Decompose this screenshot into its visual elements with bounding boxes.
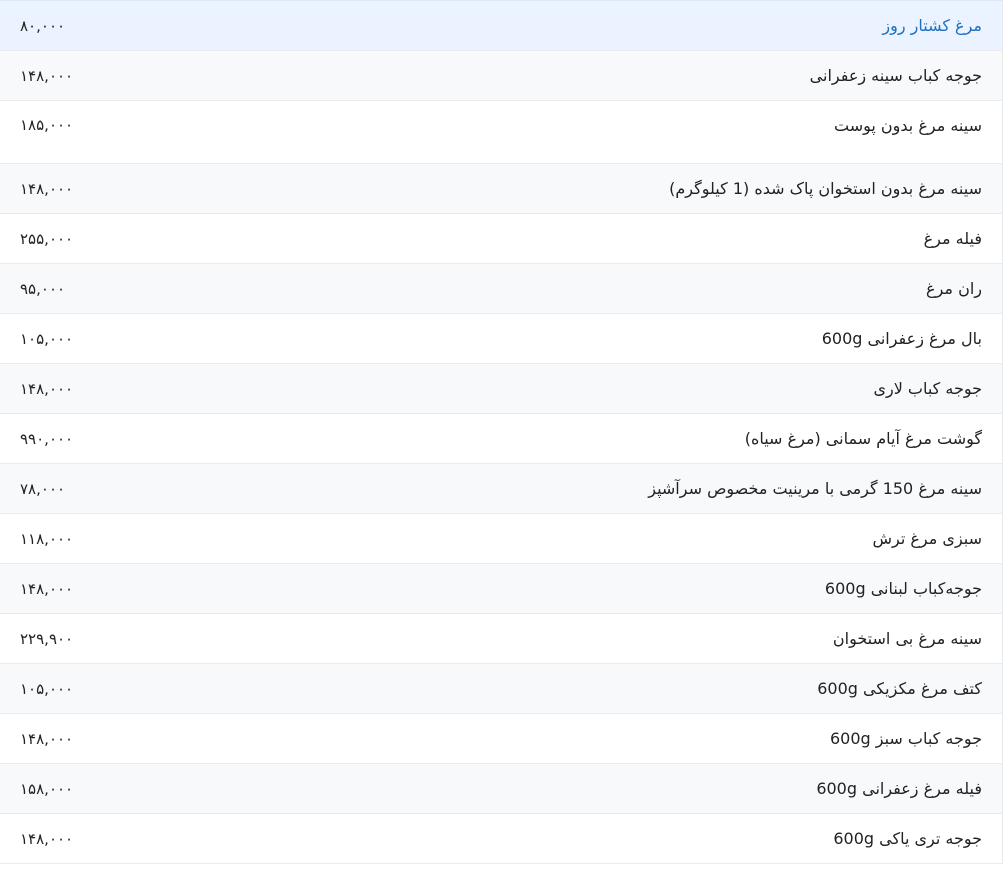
product-name[interactable]: سینه مرغ بدون استخوان پاک شده (1 کیلوگرم… [300, 163, 1003, 214]
price-cell: ۱۱۸,۰۰۰ [0, 513, 300, 564]
price-cell: ۱۴۸,۰۰۰ [0, 163, 300, 214]
price-cell: ۱۰۵,۰۰۰ [0, 313, 300, 364]
table-row: ۱۵۸,۰۰۰ فیله مرغ زعفرانی 600g [0, 763, 1003, 814]
table-row: ۱۴۸,۰۰۰ جوجه کباب لاری [0, 363, 1003, 414]
price-cell: ۸۰,۰۰۰ [0, 0, 300, 51]
table-row: ۱۸۵,۰۰۰ سینه مرغ بدون پوست [0, 100, 1003, 164]
table-row: ۹۵,۰۰۰ ران مرغ [0, 263, 1003, 314]
product-name[interactable]: جوجه کباب سینه زعفرانی [300, 50, 1003, 101]
product-name[interactable]: جوجه کباب سبز 600g [300, 713, 1003, 764]
price-table: ۸۰,۰۰۰ مرغ کشتار روز ۱۴۸,۰۰۰ جوجه کباب س… [0, 0, 1003, 864]
product-name[interactable]: سبزی مرغ ترش [300, 513, 1003, 564]
table-row: ۱۰۵,۰۰۰ کتف مرغ مکزیکی 600g [0, 663, 1003, 714]
price-cell: ۷۸,۰۰۰ [0, 463, 300, 514]
product-name[interactable]: جوجه تری یاکی 600g [300, 813, 1003, 864]
product-name[interactable]: فیله مرغ [300, 213, 1003, 264]
product-name[interactable]: بال مرغ زعفرانی 600g [300, 313, 1003, 364]
price-cell: ۱۰۵,۰۰۰ [0, 663, 300, 714]
table-row: ۱۴۸,۰۰۰ جوجه‌کباب لبنانی 600g [0, 563, 1003, 614]
table-row: ۱۴۸,۰۰۰ جوجه کباب سبز 600g [0, 713, 1003, 764]
product-name[interactable]: سینه مرغ بدون پوست [300, 100, 1003, 164]
price-cell: ۹۹۰,۰۰۰ [0, 413, 300, 464]
price-cell: ۱۴۸,۰۰۰ [0, 713, 300, 764]
table-row: ۱۴۸,۰۰۰ جوجه کباب سینه زعفرانی [0, 50, 1003, 101]
table-row: ۱۱۸,۰۰۰ سبزی مرغ ترش [0, 513, 1003, 564]
price-cell: ۱۴۸,۰۰۰ [0, 813, 300, 864]
product-name[interactable]: مرغ کشتار روز [300, 0, 1003, 51]
product-name[interactable]: کتف مرغ مکزیکی 600g [300, 663, 1003, 714]
price-cell: ۲۵۵,۰۰۰ [0, 213, 300, 264]
table-row: ۲۲۹,۹۰۰ سینه مرغ بی استخوان [0, 613, 1003, 664]
price-cell: ۱۸۵,۰۰۰ [0, 100, 300, 164]
price-cell: ۹۵,۰۰۰ [0, 263, 300, 314]
price-cell: ۱۵۸,۰۰۰ [0, 763, 300, 814]
product-name[interactable]: سینه مرغ بی استخوان [300, 613, 1003, 664]
price-cell: ۱۴۸,۰۰۰ [0, 50, 300, 101]
table-row: ۷۸,۰۰۰ سینه مرغ 150 گرمی با مرینیت مخصوص… [0, 463, 1003, 514]
table-row: ۱۴۸,۰۰۰ جوجه تری یاکی 600g [0, 813, 1003, 864]
product-name[interactable]: جوجه کباب لاری [300, 363, 1003, 414]
table-row: ۸۰,۰۰۰ مرغ کشتار روز [0, 0, 1003, 51]
product-name[interactable]: گوشت مرغ آیام سمانی (مرغ سیاه) [300, 413, 1003, 464]
product-name[interactable]: سینه مرغ 150 گرمی با مرینیت مخصوص سرآشپز [300, 463, 1003, 514]
price-cell: ۱۴۸,۰۰۰ [0, 363, 300, 414]
table-row: ۱۰۵,۰۰۰ بال مرغ زعفرانی 600g [0, 313, 1003, 364]
product-name[interactable]: فیله مرغ زعفرانی 600g [300, 763, 1003, 814]
product-name[interactable]: جوجه‌کباب لبنانی 600g [300, 563, 1003, 614]
price-cell: ۲۲۹,۹۰۰ [0, 613, 300, 664]
table-row: ۱۴۸,۰۰۰ سینه مرغ بدون استخوان پاک شده (1… [0, 163, 1003, 214]
table-row: ۲۵۵,۰۰۰ فیله مرغ [0, 213, 1003, 264]
table-row: ۹۹۰,۰۰۰ گوشت مرغ آیام سمانی (مرغ سیاه) [0, 413, 1003, 464]
product-name[interactable]: ران مرغ [300, 263, 1003, 314]
price-cell: ۱۴۸,۰۰۰ [0, 563, 300, 614]
